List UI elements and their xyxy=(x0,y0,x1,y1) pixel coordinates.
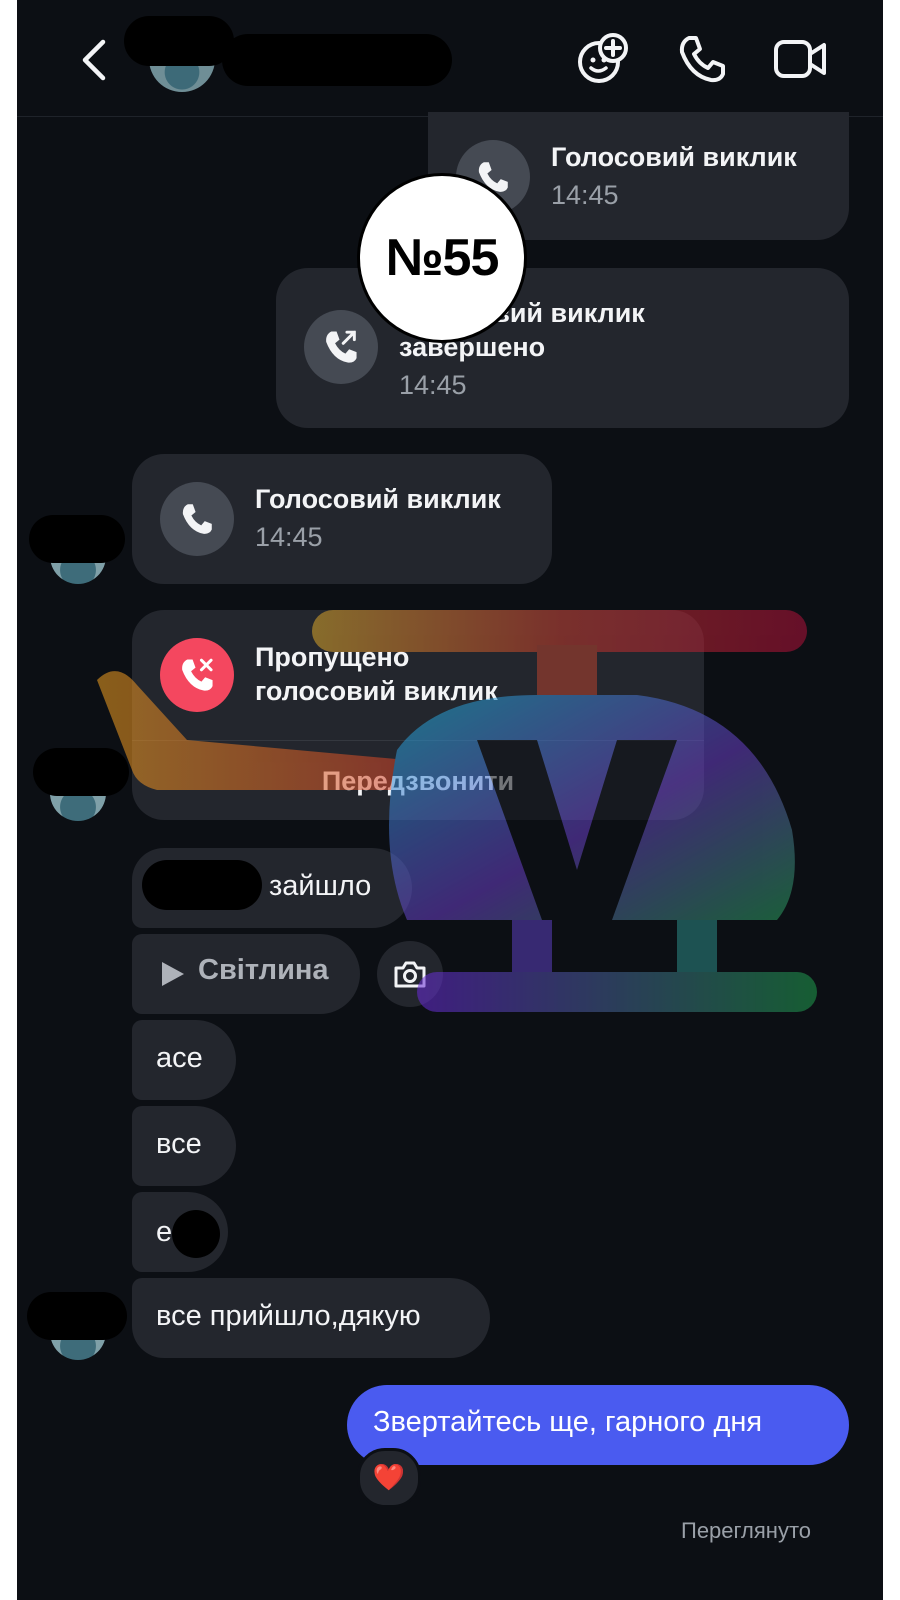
call-bubble-incoming[interactable]: Голосовий виклик 14:45 xyxy=(132,454,552,584)
phone-outgoing-icon xyxy=(304,310,378,384)
message-bubble[interactable]: все xyxy=(132,1106,236,1186)
message-text: все прийшло,дякую xyxy=(156,1300,421,1332)
message-bubble[interactable]: асе xyxy=(132,1020,236,1100)
phone-missed-icon xyxy=(160,638,234,712)
sticker-add-icon[interactable] xyxy=(575,32,629,86)
photo-message-bubble[interactable]: Світлина xyxy=(132,934,360,1014)
photo-label: Світлина xyxy=(198,954,329,986)
redacted-avatar-mark xyxy=(27,1292,127,1340)
chat-screen: Голосовий виклик 14:45 Голосовий виклик … xyxy=(17,0,883,1600)
call-time: 14:45 xyxy=(399,370,467,400)
phone-icon xyxy=(160,482,234,556)
message-text: все xyxy=(156,1128,202,1160)
number-badge: №55 xyxy=(357,173,527,343)
seen-status: Переглянуто xyxy=(681,1518,812,1543)
missed-line2: голосовий виклик xyxy=(255,676,498,706)
redacted-text xyxy=(142,860,262,910)
call-time: 14:45 xyxy=(255,522,323,552)
message-text: е xyxy=(156,1216,173,1248)
missed-divider xyxy=(132,740,704,741)
call-title: Голосовий виклик xyxy=(551,142,797,172)
back-chevron-icon[interactable] xyxy=(75,38,115,82)
missed-call-bubble[interactable]: Пропущено голосовий виклик Передзвонити xyxy=(132,610,704,820)
message-text: зайшло xyxy=(269,870,372,902)
redacted-avatar-mark xyxy=(29,515,125,563)
redacted-avatar-mark xyxy=(33,748,129,796)
callback-button[interactable]: Передзвонити xyxy=(132,764,704,798)
phone-icon[interactable] xyxy=(675,32,729,86)
own-message-text: Звертайтесь ще, гарного дня xyxy=(373,1406,763,1438)
message-bubble[interactable]: е xyxy=(132,1192,228,1272)
own-message-bubble[interactable]: Звертайтесь ще, гарного дня xyxy=(347,1385,849,1465)
chat-header xyxy=(17,0,883,117)
redacted-contact-name[interactable] xyxy=(222,34,452,86)
camera-button[interactable] xyxy=(377,941,443,1007)
heart-reaction-icon: ❤️ xyxy=(372,1463,406,1493)
message-text: асе xyxy=(156,1042,203,1074)
reaction-badge[interactable]: ❤️ xyxy=(357,1448,421,1508)
missed-line1: Пропущено xyxy=(255,642,410,672)
call-time: 14:45 xyxy=(551,180,619,210)
redacted-avatar-mark xyxy=(124,16,234,66)
play-icon xyxy=(162,962,184,986)
redacted-text xyxy=(172,1210,220,1258)
camera-icon xyxy=(394,961,426,988)
video-camera-icon[interactable] xyxy=(773,32,827,86)
call-bubble-ended[interactable]: Голосовий виклик завершено 14:45 xyxy=(276,268,849,428)
message-bubble[interactable]: зайшло xyxy=(132,848,412,928)
message-bubble[interactable]: все прийшло,дякую xyxy=(132,1278,490,1358)
call-title: Голосовий виклик xyxy=(255,484,501,514)
